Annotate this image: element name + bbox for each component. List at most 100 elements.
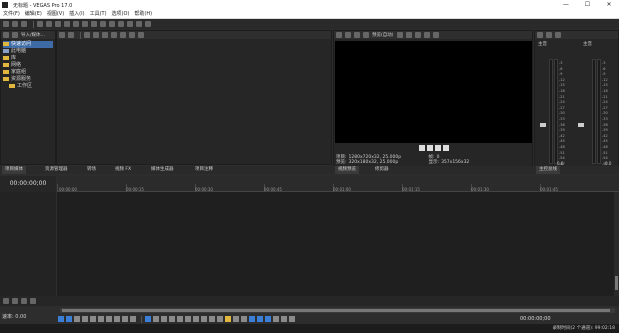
menu-help[interactable]: 帮助(H) [134, 10, 152, 19]
views-icon[interactable] [111, 32, 117, 38]
video-display[interactable] [335, 41, 532, 143]
magnet-icon[interactable] [273, 316, 279, 322]
menu-tools[interactable]: 工具(T) [90, 10, 107, 19]
close-button[interactable]: ✕ [599, 0, 619, 10]
tree-item-workspace[interactable]: 工作区 [3, 83, 53, 90]
time-ruler[interactable]: 00:00:00 00:00:15 00:00:30 00:00:45 00:0… [57, 176, 619, 192]
normal-edit-tool-icon[interactable] [145, 316, 151, 322]
tree-item-quick-access[interactable]: 快速访问 [3, 41, 53, 48]
external-monitor-icon[interactable] [432, 32, 439, 38]
tree-item-resource-services[interactable]: 资源服务 [3, 76, 53, 83]
save-icon[interactable] [21, 21, 27, 27]
auto-crossfade-icon[interactable] [257, 316, 263, 322]
redo-icon[interactable] [100, 21, 106, 27]
loop-icon[interactable] [66, 316, 72, 322]
overlay-icon[interactable] [354, 32, 360, 38]
snapping-icon[interactable] [249, 316, 255, 322]
fx-icon[interactable] [546, 32, 552, 38]
magnify-icon[interactable] [127, 21, 133, 27]
play-icon[interactable] [82, 316, 88, 322]
timeline-timecode[interactable]: 00:00:00;00 [0, 176, 56, 192]
play-from-start-icon[interactable] [74, 316, 80, 322]
import-media-icon[interactable] [59, 32, 65, 38]
open-project-icon[interactable] [12, 21, 18, 27]
tab-transitions[interactable]: 转场 [84, 166, 99, 174]
zoom-in-icon[interactable] [281, 316, 287, 322]
tab-project-notes[interactable]: 项目注释 [192, 166, 216, 174]
split-screen-icon[interactable] [345, 32, 351, 38]
region-icon[interactable] [209, 316, 215, 322]
copy-icon[interactable] [55, 21, 61, 27]
tag-icon[interactable] [120, 32, 126, 38]
save-snapshot-icon[interactable] [423, 32, 430, 38]
menu-icon[interactable] [443, 145, 449, 151]
trim-icon[interactable] [82, 21, 88, 27]
search-icon[interactable] [129, 32, 135, 38]
menu-view[interactable]: 视图(V) [47, 10, 64, 19]
tree-item-network[interactable]: 网络 [3, 62, 53, 69]
paste-icon[interactable] [64, 21, 70, 27]
play-preview-icon[interactable] [84, 32, 90, 38]
cd-marker-icon[interactable] [217, 316, 223, 322]
undo-icon[interactable] [91, 21, 97, 27]
track-fx-icon[interactable] [21, 298, 27, 304]
tab-media-generators[interactable]: 媒体生成器 [148, 166, 177, 174]
mute-icon[interactable] [555, 32, 561, 38]
play-icon[interactable] [419, 145, 425, 151]
go-to-end-icon[interactable] [114, 316, 120, 322]
master-fader[interactable] [540, 123, 546, 127]
stop-preview-icon[interactable] [93, 32, 99, 38]
auto-preview-icon[interactable] [102, 32, 108, 38]
zoom-out-icon[interactable] [289, 316, 295, 322]
edit-tool-icon[interactable] [109, 21, 115, 27]
tab-project-media[interactable]: 项目媒体 [2, 166, 26, 174]
next-frame-icon[interactable] [130, 316, 136, 322]
menu-file[interactable]: 文件(F) [3, 10, 20, 19]
back-icon[interactable] [3, 32, 9, 38]
vertical-scrollbar[interactable] [614, 192, 619, 296]
tree-item-homegroup[interactable]: 家庭组 [3, 69, 53, 76]
trim-start-icon[interactable] [185, 316, 191, 322]
ignore-grouping-icon[interactable] [241, 316, 247, 322]
menu-options[interactable]: 选项(O) [112, 10, 130, 19]
remove-media-icon[interactable] [68, 32, 74, 38]
tab-video-preview[interactable]: 视频预览 [335, 166, 359, 174]
horizontal-scroll-thumb[interactable] [62, 309, 610, 312]
tab-explorer[interactable]: 资源管理器 [42, 166, 71, 174]
delete-icon[interactable] [73, 21, 79, 27]
marker-icon[interactable] [201, 316, 207, 322]
auto-ripple-icon[interactable] [225, 316, 231, 322]
trim-end-icon[interactable] [193, 316, 199, 322]
envelope-tool-icon[interactable] [118, 21, 124, 27]
lock-icon[interactable] [145, 21, 151, 27]
split-icon[interactable] [177, 316, 183, 322]
preview-settings-icon[interactable] [336, 32, 342, 38]
new-project-icon[interactable] [3, 21, 9, 27]
tab-master-bus[interactable]: 主控总线 [536, 166, 560, 174]
grid-icon[interactable] [396, 32, 403, 38]
selection-edit-icon[interactable] [161, 316, 167, 322]
zoom-edit-icon[interactable] [169, 316, 175, 322]
tab-trimmer[interactable]: 修剪器 [372, 166, 392, 174]
prev-frame-icon[interactable] [122, 316, 128, 322]
tree-item-libraries[interactable]: 库 [3, 55, 53, 62]
lock-envelopes-icon[interactable] [233, 316, 239, 322]
menu-edit[interactable]: 编辑(E) [25, 10, 42, 19]
chevron-down-icon[interactable] [138, 32, 144, 38]
horizontal-scrollbar[interactable] [60, 308, 615, 313]
cut-icon[interactable] [46, 21, 52, 27]
explorer-path[interactable]: 导入/媒体… [21, 32, 45, 38]
grid-snap-icon[interactable] [265, 316, 271, 322]
bus-fader[interactable] [578, 123, 584, 127]
snap-icon[interactable] [136, 21, 142, 27]
settings-icon[interactable] [37, 21, 43, 27]
tree-item-this-pc[interactable]: 此电脑 [3, 48, 53, 55]
stop-icon[interactable] [98, 316, 104, 322]
go-to-start-icon[interactable] [106, 316, 112, 322]
automation-icon[interactable] [12, 298, 18, 304]
track-area[interactable] [57, 192, 614, 296]
envelope-edit-icon[interactable] [153, 316, 159, 322]
pause-icon[interactable] [427, 145, 433, 151]
chevron-down-icon[interactable] [30, 298, 36, 304]
mixer-settings-icon[interactable] [537, 32, 543, 38]
